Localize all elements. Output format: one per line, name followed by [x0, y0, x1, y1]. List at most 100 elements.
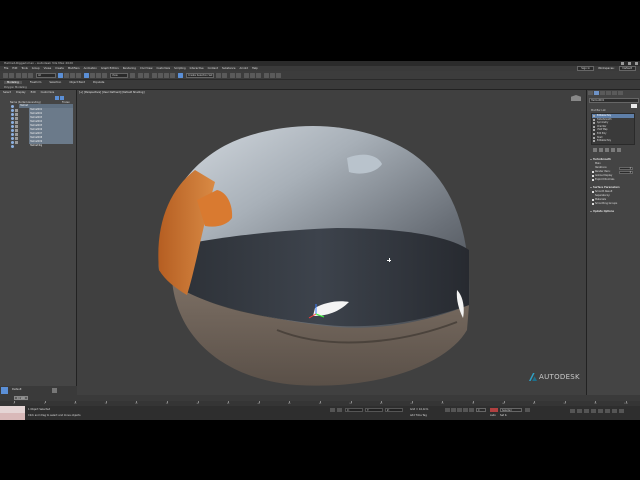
se-menu-select[interactable]: Select: [3, 91, 11, 94]
display-tab-icon[interactable]: [612, 91, 617, 95]
auto-key-button[interactable]: [490, 408, 498, 412]
maxscript-listener[interactable]: [0, 406, 25, 420]
se-menu-customize[interactable]: Customize: [41, 91, 55, 94]
pivot-center-icon[interactable]: [130, 73, 135, 78]
maxscript-output[interactable]: [0, 413, 25, 420]
active-layer-label[interactable]: Default: [12, 388, 21, 391]
menu-arnold[interactable]: Arnold: [240, 67, 248, 70]
helmet-model[interactable]: [77, 90, 586, 395]
percent-snap-icon[interactable]: [164, 73, 169, 78]
next-frame-icon[interactable]: [463, 408, 468, 412]
menu-modifiers[interactable]: Modifiers: [68, 67, 80, 70]
object-color-swatch[interactable]: [631, 104, 637, 108]
smoothing-groups-checkbox[interactable]: [592, 203, 594, 205]
reference-coordinate-select[interactable]: View: [110, 73, 128, 78]
explicit-normals-checkbox[interactable]: [592, 179, 594, 181]
select-and-place-icon[interactable]: [102, 73, 107, 78]
hierarchy-tab-icon[interactable]: [600, 91, 605, 95]
select-object-icon[interactable]: [58, 73, 63, 78]
sort-by-layer-icon[interactable]: [60, 96, 64, 100]
menu-graph-editors[interactable]: Graph Editors: [101, 67, 119, 70]
window-crossing-icon[interactable]: [76, 73, 81, 78]
zoom-extents-all-icon[interactable]: [591, 409, 596, 413]
mirror-icon[interactable]: [216, 73, 221, 78]
select-by-name-icon[interactable]: [64, 73, 69, 78]
isoline-checkbox[interactable]: [592, 175, 594, 177]
tab-populate[interactable]: Populate: [93, 81, 104, 84]
make-unique-icon[interactable]: [605, 148, 609, 152]
render-setup-icon[interactable]: [264, 73, 269, 78]
zoom-extents-icon[interactable]: [584, 409, 589, 413]
configure-sets-icon[interactable]: [617, 148, 621, 152]
select-and-scale-icon[interactable]: [96, 73, 101, 78]
orbit-icon[interactable]: [612, 409, 617, 413]
close-icon[interactable]: [635, 62, 638, 65]
perspective-viewport[interactable]: [+] [Perspective] [User Defined] [Defaul…: [77, 90, 586, 395]
utilities-tab-icon[interactable]: [618, 91, 623, 95]
layer-explorer-icon[interactable]: [230, 73, 235, 78]
set-key-label[interactable]: Set K.: [500, 414, 507, 417]
menu-tools[interactable]: Tools: [21, 67, 27, 70]
scene-explorer-icon[interactable]: [236, 73, 241, 78]
layer-settings-icon[interactable]: [52, 388, 57, 393]
menu-file[interactable]: File: [4, 67, 8, 70]
selection-filter-select[interactable]: All: [36, 73, 56, 78]
tab-selection[interactable]: Selection: [49, 81, 61, 84]
maximize-viewport-icon[interactable]: [619, 409, 624, 413]
select-and-rotate-icon[interactable]: [90, 73, 95, 78]
key-filters-icon[interactable]: [525, 408, 530, 412]
list-item[interactable]: Editable Poly: [592, 139, 634, 143]
smooth-result-checkbox[interactable]: [592, 191, 594, 193]
current-frame-field[interactable]: 0: [476, 408, 486, 412]
pin-stack-icon[interactable]: [593, 148, 597, 152]
edit-named-selection-icon[interactable]: [178, 73, 183, 78]
sort-by-hierarchy-icon[interactable]: [55, 96, 59, 100]
select-and-move-icon[interactable]: [84, 73, 89, 78]
field-of-view-icon[interactable]: [598, 409, 603, 413]
link-icon[interactable]: [16, 73, 21, 78]
modifier-list-select[interactable]: Modifier List: [591, 109, 606, 112]
x-coordinate[interactable]: X:: [345, 408, 363, 412]
materials-checkbox[interactable]: [592, 199, 594, 201]
render-production-icon[interactable]: [276, 73, 281, 78]
z-coordinate[interactable]: Z:: [385, 408, 403, 412]
create-tab-icon[interactable]: [588, 91, 593, 95]
y-coordinate[interactable]: Y:: [365, 408, 383, 412]
menu-customize[interactable]: Customize: [156, 67, 170, 70]
layer-explorer-icon[interactable]: [1, 387, 8, 394]
minimize-icon[interactable]: [621, 62, 624, 65]
curve-editor-icon[interactable]: [244, 73, 249, 78]
menu-scripting[interactable]: Scripting: [174, 67, 186, 70]
previous-frame-icon[interactable]: [451, 408, 456, 412]
snaps-toggle-icon[interactable]: [152, 73, 157, 78]
remove-modifier-icon[interactable]: [611, 148, 615, 152]
eye-icon[interactable]: [11, 144, 14, 148]
redo-icon[interactable]: [9, 73, 14, 78]
tab-object-paint[interactable]: Object Paint: [69, 81, 85, 84]
menu-views[interactable]: Views: [44, 67, 52, 70]
key-filter-select[interactable]: Selected: [500, 408, 522, 412]
pan-view-icon[interactable]: [605, 409, 610, 413]
menu-help[interactable]: Help: [252, 67, 258, 70]
tab-freeform[interactable]: Freeform: [30, 81, 42, 84]
rectangular-selection-icon[interactable]: [70, 73, 75, 78]
bind-space-warp-icon[interactable]: [28, 73, 33, 78]
isolate-selection-icon[interactable]: [330, 408, 335, 412]
go-to-end-icon[interactable]: [469, 408, 474, 412]
rendered-frame-window-icon[interactable]: [270, 73, 275, 78]
keyboard-shortcut-icon[interactable]: [144, 73, 149, 78]
play-icon[interactable]: [457, 408, 462, 412]
render-iters-checkbox[interactable]: [592, 171, 594, 173]
selection-lock-icon[interactable]: [337, 408, 342, 412]
menu-animation[interactable]: Animation: [84, 67, 97, 70]
list-item[interactable]: Helmet Rig: [0, 144, 77, 148]
maximize-icon[interactable]: [628, 62, 631, 65]
material-editor-icon[interactable]: [256, 73, 261, 78]
time-slider[interactable]: 0 / 100: [14, 396, 28, 400]
add-time-tag[interactable]: Add Time Tag: [410, 414, 427, 417]
se-menu-edit[interactable]: Edit: [31, 91, 36, 94]
menu-civil-view[interactable]: Civil View: [140, 67, 153, 70]
motion-tab-icon[interactable]: [606, 91, 611, 95]
modify-tab-icon[interactable]: [594, 91, 599, 95]
menu-content[interactable]: Content: [208, 67, 218, 70]
